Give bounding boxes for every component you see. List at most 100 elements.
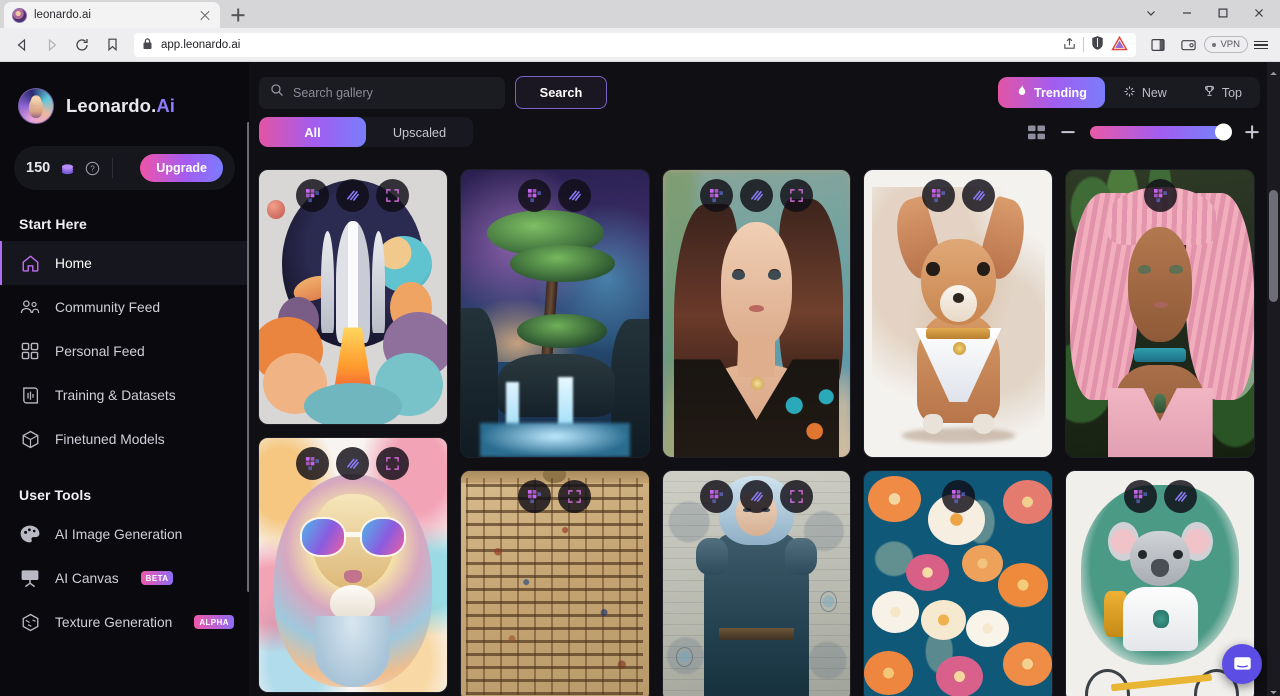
svg-text:?: ? [90,164,95,173]
gallery-card-floral-pattern-on-teal[interactable] [864,471,1053,696]
remix-image-icon[interactable] [1123,480,1157,513]
sidebar-item-texture-generation[interactable]: Texture Generation ALPHA [0,600,249,644]
artwork-woman-portrait-beach [662,170,851,457]
address-bar[interactable]: app.leonardo.ai [134,32,1137,57]
filter-upscaled[interactable]: Upscaled [366,117,473,147]
tab-top[interactable]: Top [1185,77,1260,108]
page-scrollbar-thumb[interactable] [1269,190,1278,302]
gallery-card-pink-haired-fairy-portrait[interactable] [1066,170,1254,457]
remix-image-icon[interactable] [941,480,975,513]
close-icon[interactable] [198,8,212,22]
zoom-slider[interactable] [1090,123,1232,141]
window-close-icon[interactable] [1242,2,1276,24]
gallery-card-space-shuttle-launch-illustration[interactable] [259,170,447,424]
scroll-up-arrow-icon[interactable] [1269,65,1278,75]
zoom-in-button[interactable] [1244,124,1260,140]
image-variations-icon[interactable] [1163,480,1197,513]
sidebar-item-ai-canvas[interactable]: AI Canvas BETA [0,556,249,600]
maximize-icon[interactable] [1206,2,1240,24]
tab-label: Trending [1034,85,1087,100]
sidebar-item-finetuned-models[interactable]: Finetuned Models [0,417,249,461]
gallery-card-colorful-lion-with-sunglasses[interactable] [259,438,447,692]
zoom-out-button[interactable] [1060,124,1076,140]
image-variations-icon[interactable] [558,179,592,212]
upgrade-button[interactable]: Upgrade [140,154,223,182]
expand-fullscreen-icon[interactable] [376,179,410,212]
expand-fullscreen-icon[interactable] [558,480,592,513]
share-icon[interactable] [1062,36,1077,54]
palette-icon [19,523,41,545]
browser-window: leonardo.ai app.leonardo.ai VPN Leonardo… [0,0,1280,696]
image-variations-icon[interactable] [739,179,773,212]
brave-shields-icon[interactable] [1090,35,1105,54]
brand-logo-row[interactable]: Leonardo.Ai [0,62,249,124]
sidebar-item-label: Texture Generation [55,614,173,630]
expand-fullscreen-icon[interactable] [779,480,813,513]
remix-image-icon[interactable] [296,179,330,212]
sidebar-panel-icon[interactable] [1144,32,1172,58]
grid-layout-icon[interactable] [1027,124,1046,141]
card-action-overlay [461,179,649,212]
gallery-card-fantasy-tree-waterfall-nebula[interactable] [460,170,649,457]
remix-image-icon[interactable] [518,480,552,513]
brave-triangle-icon[interactable] [1111,35,1129,54]
hamburger-menu-icon[interactable] [1250,34,1272,56]
gallery-column [1066,170,1254,696]
toolbar-row-filters: All Upscaled [259,117,1260,147]
remix-image-icon[interactable] [296,447,330,480]
trophy-icon [1203,84,1216,101]
gallery-card-woman-portrait-beach[interactable] [662,170,851,457]
gallery-card-egyptian-hieroglyph-papyrus[interactable] [460,471,649,696]
remix-image-icon[interactable] [699,179,733,212]
chevron-down-icon[interactable] [1134,2,1168,24]
sparkle-icon [1123,85,1136,101]
image-variations-icon[interactable] [336,179,370,212]
sidebar-item-ai-image-generation[interactable]: AI Image Generation [0,512,249,556]
reload-icon[interactable] [68,32,96,58]
image-variations-icon[interactable] [961,179,995,212]
scroll-down-arrow-icon[interactable] [1269,684,1278,695]
search-button[interactable]: Search [515,76,607,109]
remix-image-icon[interactable] [1143,179,1177,212]
tab-new[interactable]: New [1105,77,1185,108]
zoom-slider-knob[interactable] [1215,123,1232,141]
gallery-toolbar: Search Trending New [249,62,1280,147]
filter-all[interactable]: All [259,117,366,147]
sidebar-item-community-feed[interactable]: Community Feed [0,285,249,329]
bookmark-icon[interactable] [98,32,126,58]
flame-icon [1016,84,1028,101]
tab-trending[interactable]: Trending [998,77,1105,108]
wallet-icon[interactable] [1174,32,1202,58]
gallery-card-chihuahua-watercolor-portrait[interactable] [864,170,1053,457]
browser-tab[interactable]: leonardo.ai [4,2,220,28]
sidebar-item-training-datasets[interactable]: Training & Datasets [0,373,249,417]
app-sidebar: Leonardo.Ai 150 ? Upgrade Start Here Hom… [0,62,249,696]
home-icon [19,252,41,274]
page-scrollbar-track[interactable] [1267,62,1280,696]
question-circle-icon[interactable]: ? [85,161,100,176]
card-action-overlay [259,179,447,212]
expand-fullscreen-icon[interactable] [779,179,813,212]
back-arrow-icon[interactable] [8,32,36,58]
sidebar-item-personal-feed[interactable]: Personal Feed [0,329,249,373]
address-bar-url: app.leonardo.ai [161,38,241,51]
remix-image-icon[interactable] [518,179,552,212]
remix-image-icon[interactable] [699,480,733,513]
card-action-overlay [461,480,649,513]
search-input[interactable] [293,85,494,100]
vpn-status-button[interactable]: VPN [1204,36,1248,53]
new-tab-button[interactable] [225,2,251,28]
image-variations-icon[interactable] [336,447,370,480]
remix-image-icon[interactable] [921,179,955,212]
search-gallery-box[interactable] [259,76,505,109]
expand-fullscreen-icon[interactable] [376,447,410,480]
minimize-icon[interactable] [1170,2,1204,24]
leonardo-favicon-icon [12,7,27,23]
browser-navbar: app.leonardo.ai VPN [0,28,1280,62]
brand-name: Leonardo.Ai [66,95,175,117]
sort-tabs: Trending New Top [998,77,1260,108]
gallery-card-blue-haired-warrior-concept-sheet[interactable] [662,471,851,696]
image-variations-icon[interactable] [739,480,773,513]
sidebar-item-home[interactable]: Home [0,241,249,285]
intercom-chat-icon[interactable] [1222,644,1262,684]
